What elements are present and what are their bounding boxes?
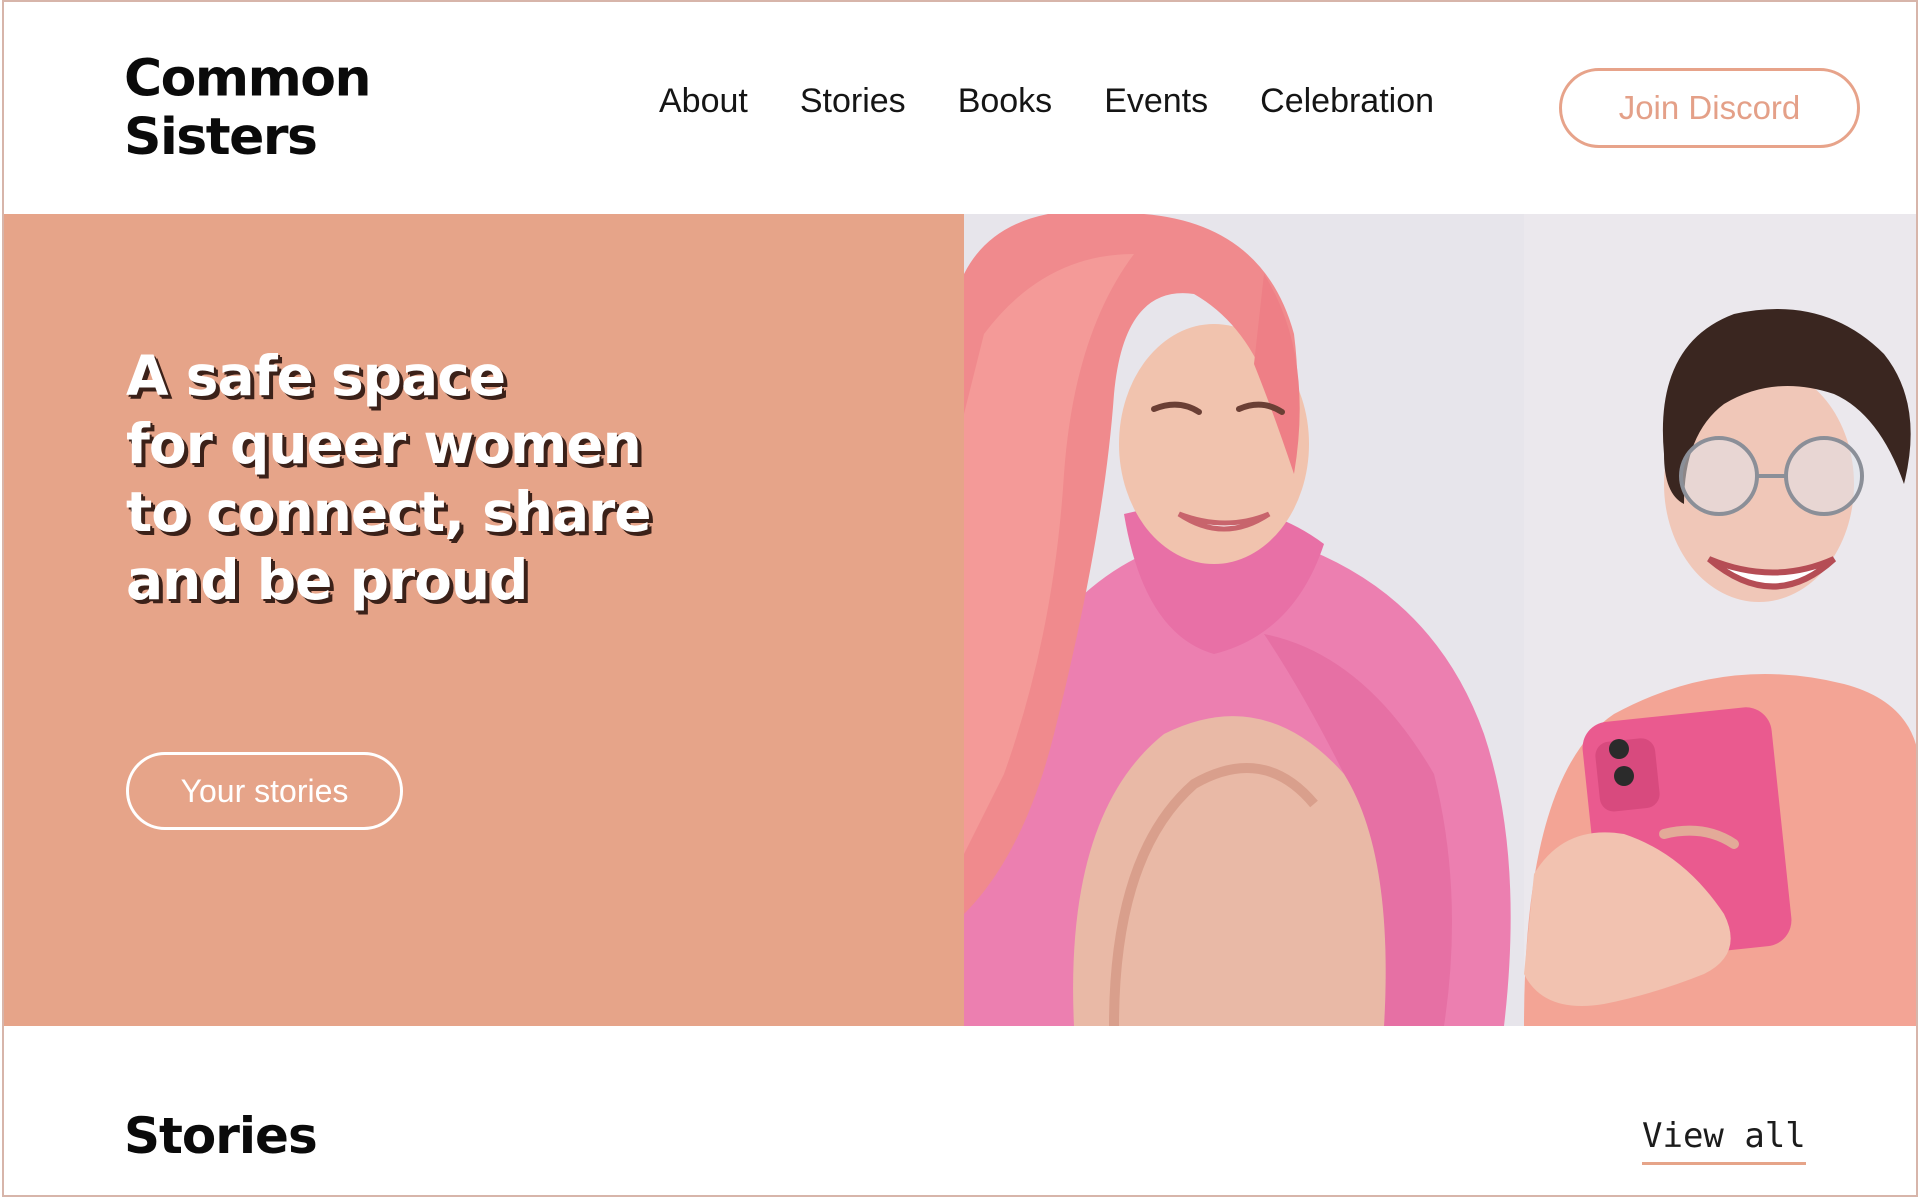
stories-section: Stories View all bbox=[4, 1026, 1916, 1195]
your-stories-button[interactable]: Your stories bbox=[126, 752, 403, 830]
hero-title-line: to connect, share bbox=[126, 480, 652, 544]
main-nav: About Stories Books Events Celebration bbox=[659, 82, 1434, 121]
nav-item-events[interactable]: Events bbox=[1104, 82, 1208, 121]
hero-title-line: for queer women bbox=[126, 412, 642, 476]
hero-text-panel: A safe space for queer women to connect,… bbox=[4, 214, 964, 1026]
nav-item-books[interactable]: Books bbox=[958, 82, 1053, 121]
logo-line-2: Sisters bbox=[124, 108, 318, 167]
hero-title: A safe space for queer women to connect,… bbox=[126, 342, 846, 614]
friends-illustration bbox=[964, 214, 1916, 1026]
nav-item-stories[interactable]: Stories bbox=[800, 82, 906, 121]
page-frame: Common Sisters About Stories Books Event… bbox=[2, 0, 1918, 1197]
hero-section: A safe space for queer women to connect,… bbox=[4, 214, 1916, 1026]
logo-line-1: Common bbox=[124, 49, 372, 108]
hero-title-line: A safe space bbox=[126, 344, 506, 408]
site-logo[interactable]: Common Sisters bbox=[124, 49, 454, 167]
hero-photo bbox=[964, 214, 1916, 1026]
nav-item-about[interactable]: About bbox=[659, 82, 748, 121]
nav-item-celebration[interactable]: Celebration bbox=[1260, 82, 1434, 121]
view-all-link[interactable]: View all bbox=[1642, 1116, 1806, 1165]
join-discord-button[interactable]: Join Discord bbox=[1559, 68, 1860, 148]
stories-heading: Stories bbox=[124, 1107, 318, 1165]
site-header: Common Sisters About Stories Books Event… bbox=[4, 2, 1916, 214]
hero-title-line: and be proud bbox=[126, 548, 528, 612]
